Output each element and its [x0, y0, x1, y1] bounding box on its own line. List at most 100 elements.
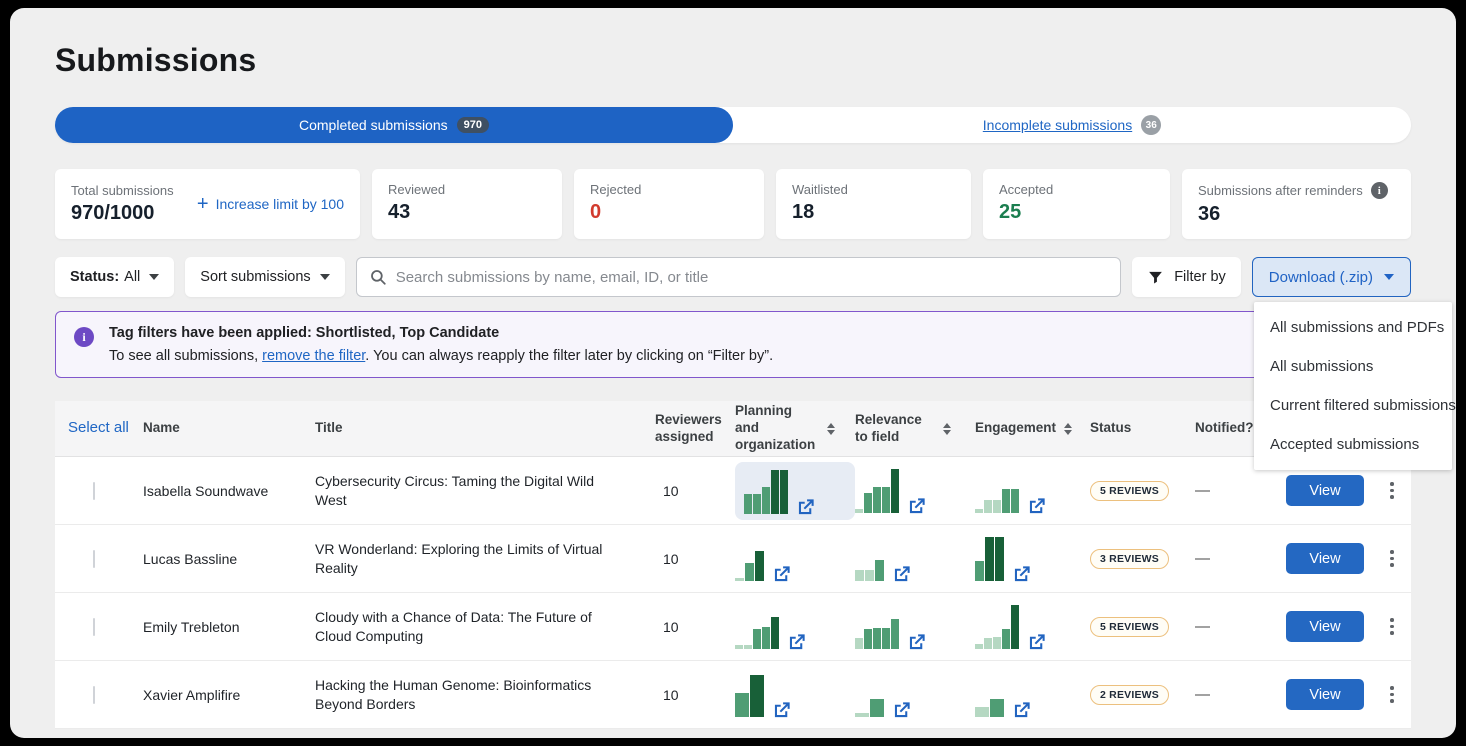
kebab-menu-icon[interactable] [1386, 478, 1398, 503]
download-menu-item[interactable]: Accepted submissions [1254, 425, 1452, 464]
stat-value: 0 [590, 201, 748, 224]
histogram-bar [745, 563, 754, 581]
histogram-bar [855, 509, 863, 513]
kebab-menu-icon[interactable] [1386, 614, 1398, 639]
external-link-icon[interactable] [892, 565, 911, 584]
filter-by-button[interactable]: Filter by [1132, 257, 1241, 297]
increase-limit-link[interactable]: +Increase limit by 100 [197, 194, 344, 214]
score-histogram [975, 537, 1090, 581]
header-engagement[interactable]: Engagement [975, 420, 1090, 437]
header-name: Name [143, 420, 315, 437]
external-link-icon[interactable] [1027, 497, 1046, 516]
tag-filter-banner: i Tag filters have been applied: Shortli… [55, 311, 1411, 378]
external-link-icon[interactable] [796, 498, 815, 517]
row-checkbox[interactable] [93, 618, 95, 636]
row-checkbox[interactable] [93, 686, 95, 704]
chevron-down-icon [320, 274, 330, 280]
download-menu-item[interactable]: Current filtered submissions [1254, 386, 1452, 425]
histogram-bars [975, 605, 1019, 649]
stat-value: 36 [1198, 203, 1395, 226]
header-planning-organization[interactable]: Planning and organization [735, 403, 855, 454]
histogram-bar [984, 638, 992, 649]
actions-cell: View [1280, 543, 1411, 574]
row-checkbox[interactable] [93, 482, 95, 500]
search-icon [369, 268, 387, 286]
select-all-link[interactable]: Select all [55, 419, 143, 438]
submission-title: Cloudy with a Chance of Data: The Future… [315, 608, 655, 646]
kebab-menu-icon[interactable] [1386, 546, 1398, 571]
header-relevance-to-field[interactable]: Relevance to field [855, 412, 975, 446]
view-button[interactable]: View [1286, 611, 1364, 642]
download-zip-button[interactable]: Download (.zip) [1252, 257, 1411, 297]
stat-label: Total submissions [71, 183, 174, 198]
histogram-bar [975, 509, 983, 513]
row-checkbox[interactable] [93, 550, 95, 568]
external-link-icon[interactable] [772, 701, 791, 720]
status-badge: 5 REVIEWS [1090, 481, 1169, 501]
histogram-bars [735, 673, 764, 717]
external-link-icon[interactable] [787, 633, 806, 652]
row-checkbox-cell [55, 551, 143, 567]
histogram-bar [753, 494, 761, 514]
sort-icon[interactable] [827, 423, 835, 435]
status-filter-dropdown[interactable]: Status: All [55, 257, 174, 297]
engagement-chart-cell [975, 537, 1090, 581]
histogram-bars [855, 537, 884, 581]
download-menu-item[interactable]: All submissions and PDFs [1254, 308, 1452, 347]
remove-filter-link[interactable]: remove the filter [262, 348, 365, 364]
banner-text: . You can always reapply the filter late… [365, 348, 773, 364]
submitter-name: Emily Trebleton [143, 619, 315, 635]
view-button[interactable]: View [1286, 543, 1364, 574]
submissions-tabbar: Completed submissions 970 Incomplete sub… [55, 107, 1411, 143]
sort-icon[interactable] [1064, 423, 1072, 435]
histogram-bars [855, 673, 884, 717]
stat-label: Submissions after remindersi [1198, 182, 1395, 199]
sort-submissions-dropdown[interactable]: Sort submissions [185, 257, 344, 297]
search-input[interactable] [396, 269, 1109, 286]
table-row: Emily TrebletonCloudy with a Chance of D… [55, 593, 1411, 661]
histogram-bar [864, 493, 872, 513]
external-link-icon[interactable] [892, 701, 911, 720]
view-button[interactable]: View [1286, 475, 1364, 506]
header-label: Engagement [975, 420, 1056, 437]
tab-incomplete-submissions[interactable]: Incomplete submissions 36 [733, 107, 1411, 143]
filter-by-label: Filter by [1174, 269, 1226, 285]
tab-incomplete-label[interactable]: Incomplete submissions [983, 117, 1132, 133]
status-filter-label: Status: [70, 269, 119, 285]
histogram-bars [855, 605, 899, 649]
external-link-icon[interactable] [1012, 565, 1031, 584]
external-link-icon[interactable] [1012, 701, 1031, 720]
histogram-bar [882, 487, 890, 513]
download-menu-item[interactable]: All submissions [1254, 347, 1452, 386]
sort-icon[interactable] [943, 423, 951, 435]
score-histogram [975, 605, 1090, 649]
controls-row: Status: All Sort submissions Filter by [55, 257, 1411, 297]
view-button[interactable]: View [1286, 679, 1364, 710]
stat-value: 25 [999, 201, 1154, 224]
table-row: Xavier AmplifireHacking the Human Genome… [55, 661, 1411, 729]
stat-card: Waitlisted18 [776, 169, 971, 239]
histogram-bar [1002, 629, 1010, 649]
stat-card: Reviewed43 [372, 169, 562, 239]
histogram-bar [975, 644, 983, 649]
incomplete-count-badge: 36 [1141, 115, 1161, 135]
submitter-name: Isabella Soundwave [143, 483, 315, 499]
info-icon: i [74, 327, 94, 347]
stat-card: Submissions after remindersi 36 [1182, 169, 1411, 239]
status-badge: 5 REVIEWS [1090, 617, 1169, 637]
external-link-icon[interactable] [772, 565, 791, 584]
histogram-bar [865, 570, 874, 581]
kebab-menu-icon[interactable] [1386, 682, 1398, 707]
submission-title: Hacking the Human Genome: Bioinformatics… [315, 676, 655, 714]
histogram-bar [882, 628, 890, 649]
external-link-icon[interactable] [907, 497, 926, 516]
external-link-icon[interactable] [907, 633, 926, 652]
notified-value: — [1195, 686, 1280, 703]
reviewers-assigned-count: 10 [655, 687, 735, 703]
histogram-bars [744, 470, 788, 514]
header-reviewers-assigned: Reviewers assigned [655, 412, 735, 446]
tab-completed-submissions[interactable]: Completed submissions 970 [55, 107, 733, 143]
external-link-icon[interactable] [1027, 633, 1046, 652]
stat-value: 18 [792, 201, 955, 224]
info-icon[interactable]: i [1371, 182, 1388, 199]
